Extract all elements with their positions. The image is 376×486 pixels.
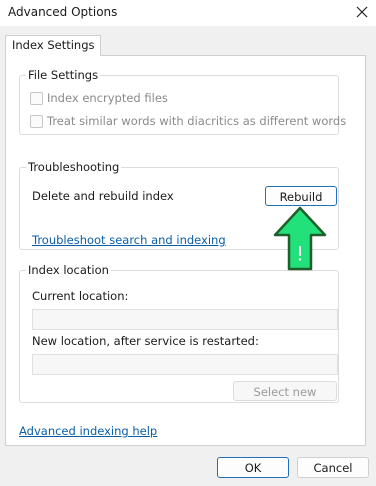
troubleshoot-link[interactable]: Troubleshoot search and indexing xyxy=(32,233,226,247)
current-location-label: Current location: xyxy=(32,289,129,303)
checkbox-label: Index encrypted files xyxy=(47,91,168,105)
file-settings-group: File Settings Index encrypted files Trea… xyxy=(19,68,346,135)
cancel-button[interactable]: Cancel xyxy=(297,457,369,478)
select-new-button[interactable]: Select new xyxy=(233,381,337,401)
index-location-group: Index location Current location: New loc… xyxy=(19,263,339,403)
rebuild-label: Delete and rebuild index xyxy=(32,189,174,203)
ok-button[interactable]: OK xyxy=(217,457,289,478)
index-location-legend: Index location xyxy=(28,263,109,277)
title-bar: Advanced Options xyxy=(0,0,376,26)
rebuild-button[interactable]: Rebuild xyxy=(265,186,337,206)
new-location-label: New location, after service is restarted… xyxy=(32,334,259,348)
checkbox-icon[interactable] xyxy=(30,91,43,105)
advanced-indexing-help-link[interactable]: Advanced indexing help xyxy=(19,424,157,438)
arrow-up-icon xyxy=(273,206,327,271)
window-title: Advanced Options xyxy=(8,5,118,19)
close-icon[interactable] xyxy=(354,3,370,21)
troubleshooting-legend: Troubleshooting xyxy=(28,160,120,174)
checkbox-diacritics[interactable]: Treat similar words with diacritics as d… xyxy=(30,113,346,129)
checkbox-label: Treat similar words with diacritics as d… xyxy=(47,114,347,128)
checkbox-index-encrypted[interactable]: Index encrypted files xyxy=(30,90,168,106)
checkbox-icon[interactable] xyxy=(30,114,43,128)
tab-index-settings[interactable]: Index Settings xyxy=(5,35,102,56)
new-location-field xyxy=(32,354,338,375)
current-location-field xyxy=(32,309,338,330)
file-settings-legend: File Settings xyxy=(28,68,99,82)
